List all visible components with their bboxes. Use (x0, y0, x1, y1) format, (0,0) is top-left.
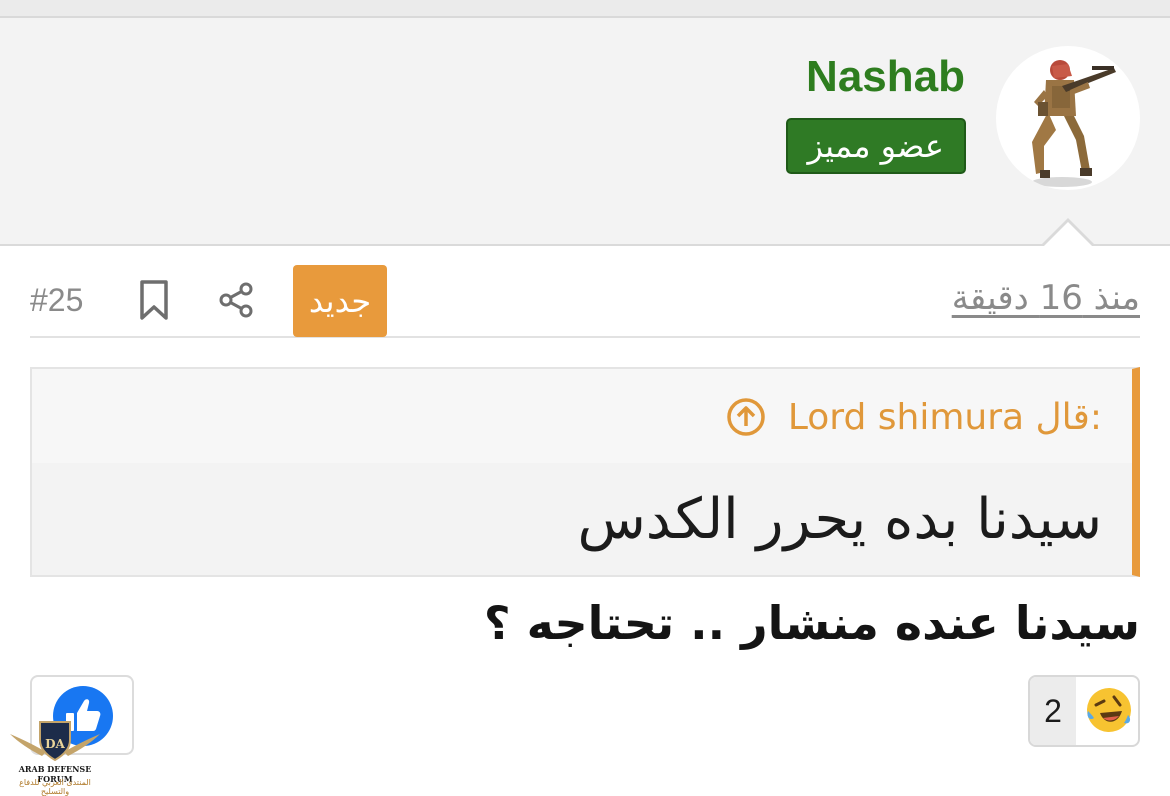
reaction-summary[interactable]: 2 (1028, 675, 1140, 747)
laughing-tears-icon (1087, 688, 1131, 732)
quote-text: سيدنا بده يحرر الكدس (577, 487, 1102, 552)
soldier-avatar-icon (1032, 60, 1116, 187)
quote-block: Lord shimura قال: سيدنا بده يحرر الكدس (30, 367, 1140, 577)
svg-text:DA: DA (45, 737, 65, 751)
arrow-up-circle-icon[interactable] (726, 397, 766, 437)
user-avatar[interactable] (996, 46, 1140, 190)
post-body-text: سيدنا عنده منشار .. تحتاجه ؟ (483, 596, 1140, 650)
quote-author[interactable]: Lord shimura قال: (788, 397, 1102, 438)
post-meta-row: منذ 16 دقيقة جديد #25 (30, 264, 1140, 338)
top-divider (0, 0, 1170, 18)
quote-header: Lord shimura قال: (32, 369, 1132, 463)
user-title-badge: عضو مميز (785, 118, 966, 174)
post-number-link[interactable]: #25 (30, 282, 83, 319)
user-header: Nashab عضو مميز (0, 18, 1170, 246)
username-link[interactable]: Nashab (806, 52, 965, 102)
bookmark-icon[interactable] (138, 280, 170, 320)
header-pointer-fill (1044, 222, 1092, 246)
reaction-count: 2 (1044, 693, 1062, 729)
watermark-subtitle: المنتدى العربي للدفاع والتسليح (19, 778, 91, 796)
new-post-badge: جديد (293, 265, 387, 337)
watermark-logo: DA ARAB DEFENSE FORUM المنتدى العربي للد… (6, 718, 104, 796)
share-icon[interactable] (218, 282, 254, 318)
post-time-link[interactable]: منذ 16 دقيقة (952, 278, 1140, 318)
forum-logo-icon: DA (10, 721, 100, 762)
